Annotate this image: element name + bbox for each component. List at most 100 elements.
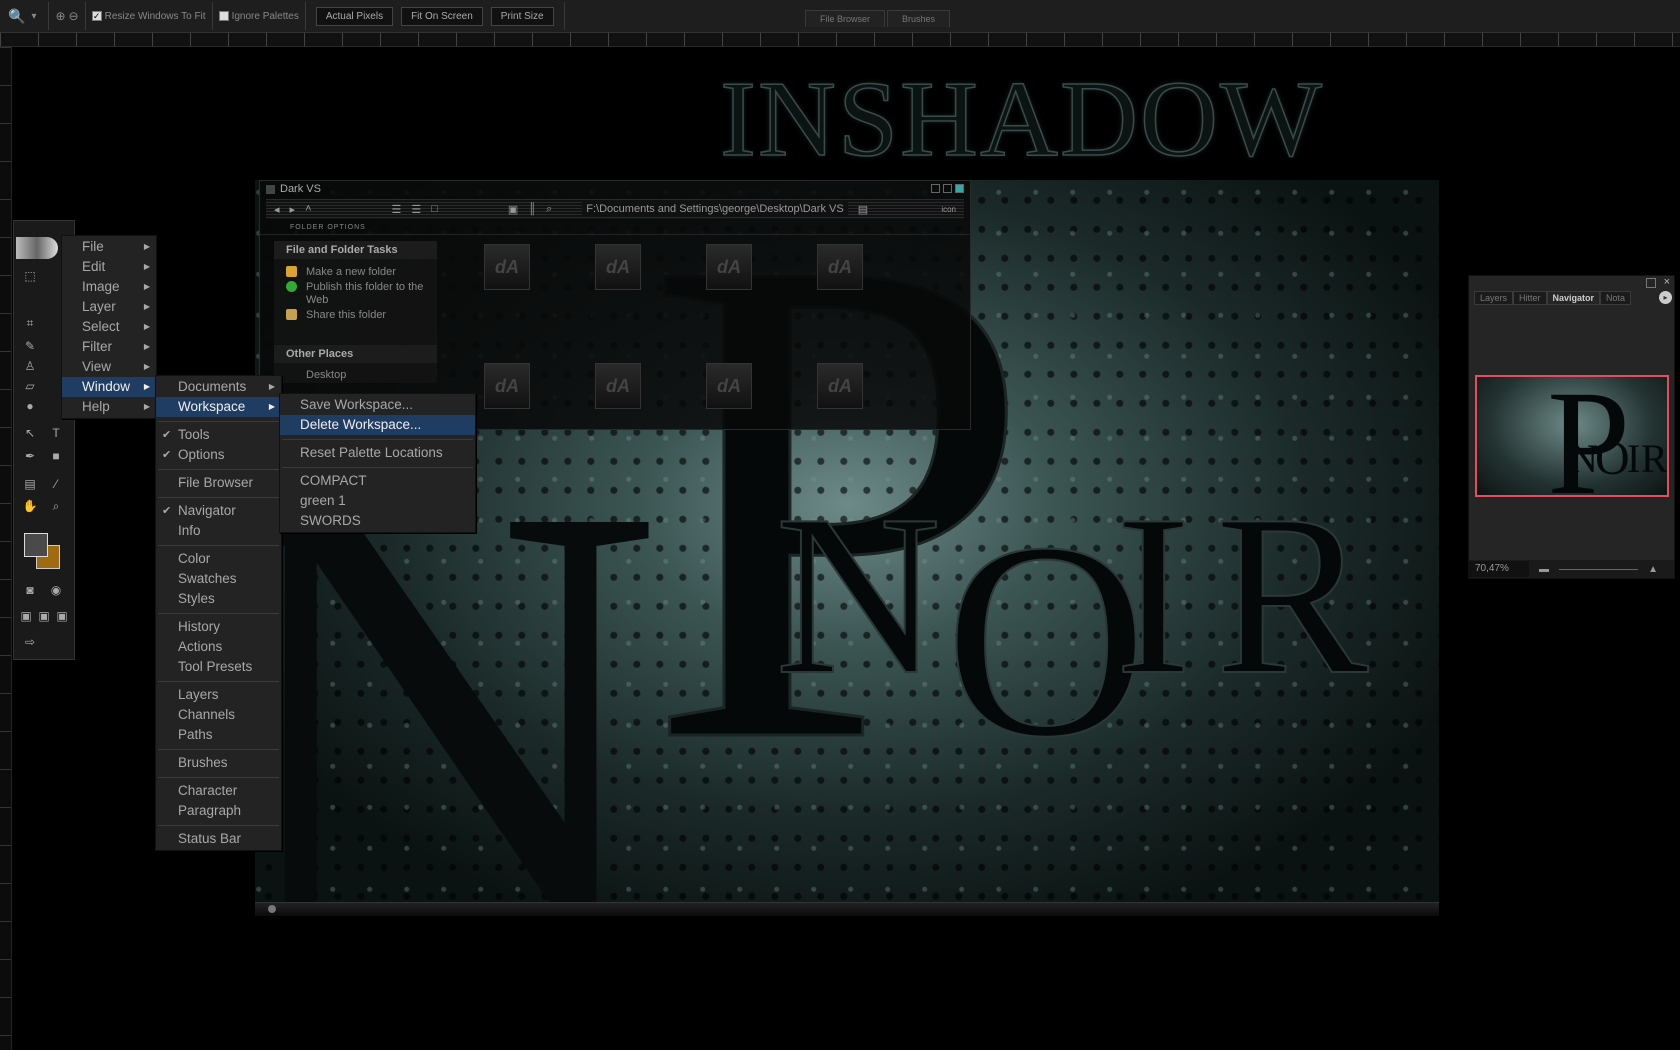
tab-nota[interactable]: Nota <box>1600 291 1632 305</box>
menu-image[interactable]: Image ▶ <box>62 277 156 297</box>
healing-brush-icon[interactable]: ✎ <box>22 339 38 353</box>
full-screen-icon[interactable]: ▣ <box>54 609 70 623</box>
marquee-tool-icon[interactable]: ⬚ <box>22 269 38 283</box>
shape-tool-icon[interactable]: ■ <box>48 449 64 463</box>
folder-options-button[interactable]: FOLDER OPTIONS <box>260 221 970 235</box>
menu-item-save-workspace[interactable]: Save Workspace... <box>280 395 475 415</box>
menu-item-actions[interactable]: Actions <box>156 637 281 657</box>
up-icon[interactable]: ˄ <box>305 203 311 215</box>
menu-item-paragraph[interactable]: Paragraph <box>156 801 281 821</box>
tab-brushes[interactable]: Brushes <box>887 10 951 27</box>
menu-item-paths[interactable]: Paths <box>156 725 281 745</box>
menu-item-tools[interactable]: ✔ Tools <box>156 425 281 445</box>
menu-item-green-1[interactable]: green 1 <box>280 491 475 511</box>
chevron-down-icon[interactable]: ▾ <box>31 11 36 22</box>
folder-item-icon[interactable]: dA <box>706 244 752 290</box>
checkbox-icon[interactable]: ✓ <box>91 11 102 21</box>
standard-mode-icon[interactable]: ◙ <box>22 583 38 597</box>
new-folder-icon[interactable]: ▣ <box>508 203 518 216</box>
tab-hitter[interactable]: Hitter <box>1513 291 1547 305</box>
zoom-in-icon[interactable]: ⊕ <box>55 9 65 23</box>
window-titlebar[interactable]: Dark VS <box>260 181 970 197</box>
foreground-color-swatch[interactable] <box>24 533 48 557</box>
minimize-icon[interactable] <box>1646 278 1656 288</box>
actual-pixels-button[interactable]: Actual Pixels <box>315 6 394 26</box>
tab-layers[interactable]: Layers <box>1474 291 1514 305</box>
resize-windows-checkbox[interactable]: ✓ Resize Windows To Fit <box>91 11 206 22</box>
menu-item-history[interactable]: History <box>156 617 281 637</box>
menu-item-color[interactable]: Color <box>156 549 281 569</box>
menu-file[interactable]: File ▶ <box>62 237 156 257</box>
zoom-in-icon[interactable]: ▲ <box>1648 564 1658 575</box>
folder-item-icon[interactable]: dA <box>817 244 863 290</box>
eraser-tool-icon[interactable]: ▱ <box>22 379 38 393</box>
menu-item-documents[interactable]: Documents ▶ <box>156 377 281 397</box>
menu-item-compact[interactable]: COMPACT <box>280 471 475 491</box>
menu-layer[interactable]: Layer ▶ <box>62 297 156 317</box>
view-mode-button[interactable]: icon <box>941 205 956 214</box>
close-icon[interactable]: × <box>1664 276 1670 288</box>
zoom-slider[interactable] <box>1559 568 1639 570</box>
folder-item-icon[interactable]: dA <box>706 363 752 409</box>
menu-item-status-bar[interactable]: Status Bar <box>156 829 281 849</box>
maximize-icon[interactable] <box>943 184 952 193</box>
crop-tool-icon[interactable]: ⌗ <box>22 316 38 330</box>
menu-item-channels[interactable]: Channels <box>156 705 281 725</box>
blur-tool-icon[interactable]: ● <box>22 399 38 413</box>
folder-item-icon[interactable]: dA <box>595 244 641 290</box>
task-make-folder[interactable]: Make a new folder <box>274 265 437 280</box>
zoom-tool-icon[interactable]: ⌕ <box>48 499 64 513</box>
zoom-out-icon[interactable]: ▬ <box>1539 564 1549 575</box>
menu-edit[interactable]: Edit ▶ <box>62 257 156 277</box>
menu-item-tool-presets[interactable]: Tool Presets <box>156 657 281 677</box>
go-icon[interactable]: ▤ <box>858 203 868 216</box>
menu-view[interactable]: View ▶ <box>62 357 156 377</box>
eyedropper-icon[interactable]: ⁄ <box>48 477 64 491</box>
quick-mask-icon[interactable]: ◉ <box>48 583 64 597</box>
menu-select[interactable]: Select ▶ <box>62 317 156 337</box>
menu-item-info[interactable]: Info <box>156 521 281 541</box>
zoom-tool-icon[interactable]: 🔍 <box>8 8 25 25</box>
tab-navigator[interactable]: Navigator <box>1546 291 1601 305</box>
menu-item-options[interactable]: ✔ Options <box>156 445 281 465</box>
minimize-icon[interactable] <box>931 184 940 193</box>
menu-help[interactable]: Help ▶ <box>62 397 156 417</box>
adobe-logo[interactable] <box>16 237 58 259</box>
jump-to-imageready-icon[interactable]: ⇨ <box>22 635 38 649</box>
full-screen-menu-icon[interactable]: ▣ <box>36 609 52 623</box>
folder-item-icon[interactable]: dA <box>484 244 530 290</box>
pen-tool-icon[interactable]: ✒ <box>22 449 38 463</box>
print-size-button[interactable]: Print Size <box>490 6 554 26</box>
fit-on-screen-button[interactable]: Fit On Screen <box>401 6 483 26</box>
checkbox-icon[interactable] <box>218 11 229 21</box>
menu-item-file-browser[interactable]: File Browser <box>156 473 281 493</box>
path-select-icon[interactable]: ↖ <box>22 426 38 440</box>
menu-item-character[interactable]: Character <box>156 781 281 801</box>
menu-item-workspace[interactable]: Workspace ▶ <box>156 397 281 417</box>
menu-window[interactable]: Window ▶ <box>62 377 156 397</box>
stamp-tool-icon[interactable]: ♙ <box>22 359 38 373</box>
menu-item-styles[interactable]: Styles <box>156 589 281 609</box>
ignore-palettes-checkbox[interactable]: Ignore Palettes <box>218 11 299 22</box>
menu-item-reset-palette-locations[interactable]: Reset Palette Locations <box>280 443 475 463</box>
menu-item-swatches[interactable]: Swatches <box>156 569 281 589</box>
menu-item-brushes[interactable]: Brushes <box>156 753 281 773</box>
navigator-preview[interactable]: P N O I R <box>1475 375 1669 497</box>
task-share[interactable]: Share this folder <box>274 308 437 323</box>
address-bar[interactable]: F:\Documents and Settings\george\Desktop… <box>582 202 848 216</box>
palette-menu-icon[interactable]: ▸ <box>1659 291 1672 304</box>
forward-icon[interactable]: ▸ <box>290 203 296 216</box>
menu-filter[interactable]: Filter ▶ <box>62 337 156 357</box>
other-places-header[interactable]: Other Places <box>274 345 437 363</box>
menu-item-layers[interactable]: Layers <box>156 685 281 705</box>
details-view-icon[interactable]: ☰ <box>411 203 421 216</box>
notes-tool-icon[interactable]: ▤ <box>22 477 38 491</box>
zoom-out-icon[interactable]: ⊖ <box>69 9 79 23</box>
menu-item-delete-workspace[interactable]: Delete Workspace... <box>280 415 475 435</box>
horizontal-scrollbar[interactable] <box>255 902 1439 916</box>
menu-item-navigator[interactable]: ✔ Navigator <box>156 501 281 521</box>
thumbnail-view-icon[interactable]: □ <box>431 203 438 215</box>
back-icon[interactable]: ◂ <box>274 203 280 216</box>
close-icon[interactable] <box>955 184 964 193</box>
folder-item-icon[interactable]: dA <box>484 363 530 409</box>
